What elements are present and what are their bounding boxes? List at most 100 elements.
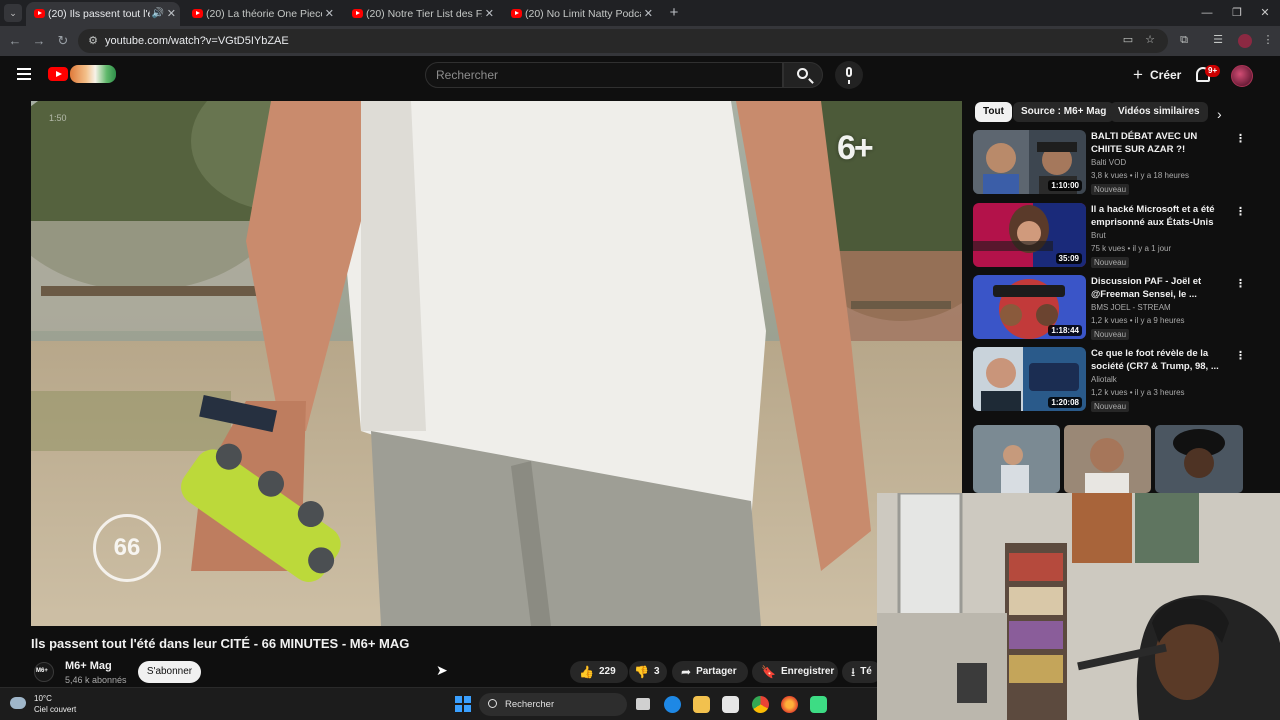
task-view-icon[interactable] xyxy=(636,698,650,710)
create-label: Créer xyxy=(1150,68,1182,82)
profile-avatar[interactable] xyxy=(1238,34,1252,48)
recommendation-item[interactable]: 1:10:00 BALTI DÉBAT AVEC UN CHIITE SUR A… xyxy=(973,130,1246,195)
close-tab-icon[interactable]: ✕ xyxy=(167,2,176,26)
file-explorer-icon[interactable] xyxy=(693,696,710,713)
weather-temperature: 10°C xyxy=(34,694,52,703)
account-avatar[interactable] xyxy=(1231,65,1253,87)
more-options-icon[interactable]: ⋮ xyxy=(1235,277,1246,290)
recommendation-meta: 75 k vues • il y a 1 jour xyxy=(1091,244,1172,253)
recommendation-title[interactable]: Il a hacké Microsoft et a été emprisonné… xyxy=(1091,203,1221,229)
channel-name[interactable]: M6+ Mag xyxy=(65,660,112,672)
download-button[interactable]: ⭳ Té xyxy=(842,661,882,683)
video-player[interactable]: 1:50 6+ 66 xyxy=(31,101,962,626)
youtube-favicon-icon xyxy=(511,9,522,18)
more-options-icon[interactable]: ⋮ xyxy=(1235,349,1246,362)
windows-start-icon[interactable] xyxy=(455,696,471,712)
close-tab-icon[interactable]: ✕ xyxy=(644,2,653,26)
more-options-icon[interactable]: ⋮ xyxy=(1235,205,1246,218)
search-icon xyxy=(797,68,808,79)
video-frame xyxy=(31,101,962,626)
more-options-icon[interactable]: ⋮ xyxy=(1235,132,1246,145)
cloud-weather-icon[interactable] xyxy=(10,697,26,709)
video-title: Ils passent tout l'été dans leur CITÉ - … xyxy=(31,636,410,651)
thumbs-up-icon: 👍 xyxy=(579,665,594,679)
site-info-icon[interactable]: ⚙ xyxy=(86,34,100,48)
search-input[interactable] xyxy=(436,63,766,87)
forward-icon[interactable]: → xyxy=(30,32,48,50)
minimize-icon[interactable]: — xyxy=(1192,2,1222,24)
chip-source[interactable]: Source : M6+ Mag xyxy=(1013,102,1115,122)
browser-menu-icon[interactable]: ⋮ xyxy=(1260,32,1276,48)
create-button[interactable]: + Créer xyxy=(1124,63,1184,87)
bookmark-star-icon[interactable]: ☆ xyxy=(1142,32,1158,48)
chevron-right-icon[interactable]: › xyxy=(1217,106,1222,122)
back-icon[interactable]: ← xyxy=(6,32,24,50)
chip-all[interactable]: Tout xyxy=(975,102,1012,122)
chip-similar[interactable]: Vidéos similaires xyxy=(1110,102,1208,122)
duration-badge: 1:20:08 xyxy=(1048,397,1082,408)
recommendation-title[interactable]: BALTI DÉBAT AVEC UN CHIITE SUR AZAR ?! xyxy=(1091,130,1221,156)
extensions-icon[interactable]: ⧉ xyxy=(1176,32,1192,48)
reload-icon[interactable]: ↻ xyxy=(54,32,72,50)
youtube-favicon-icon xyxy=(34,9,45,18)
share-label: Partager xyxy=(696,666,737,677)
recommendation-channel[interactable]: Aliotalk xyxy=(1091,375,1117,384)
video-thumbnail[interactable]: 1:10:00 xyxy=(973,130,1086,194)
duration-badge: 35:09 xyxy=(1055,253,1082,264)
new-tab-button[interactable]: + xyxy=(664,3,684,23)
firefox-browser-icon[interactable] xyxy=(781,696,798,713)
recommendation-item[interactable]: 35:09 Il a hacké Microsoft et a été empr… xyxy=(973,203,1246,268)
youtube-doodle[interactable] xyxy=(70,65,116,83)
close-tab-icon[interactable]: ✕ xyxy=(325,2,334,26)
browser-tab-3[interactable]: (20) Notre Tier List des FAKE NATTY ✕ xyxy=(344,2,498,26)
recommendation-item[interactable]: 1:20:08 Ce que le foot révèle de la soci… xyxy=(973,347,1246,412)
recommendation-title[interactable]: Ce que le foot révèle de la société (CR7… xyxy=(1091,347,1221,373)
search-bar[interactable] xyxy=(425,62,783,88)
video-thumbnail[interactable]: 1:20:08 xyxy=(973,347,1086,411)
browser-tab-4[interactable]: (20) No Limit Natty Podcast - YouTube ✕ xyxy=(503,2,657,26)
tab-search-icon[interactable]: ☰ xyxy=(1210,32,1226,48)
voice-search-button[interactable] xyxy=(835,61,863,89)
like-count: 229 xyxy=(598,666,616,677)
close-tab-icon[interactable]: ✕ xyxy=(485,2,494,26)
taskbar-search-label: Rechercher xyxy=(505,699,555,710)
save-button[interactable]: 🔖 Enregistrer xyxy=(752,661,838,683)
browser-tab-2[interactable]: (20) La théorie One Piece qui explique t… xyxy=(184,2,338,26)
tab-search-icon[interactable]: ⌄ xyxy=(4,4,22,22)
duration-badge: 1:10:00 xyxy=(1048,180,1082,191)
taskbar-search[interactable]: Rechercher xyxy=(479,693,627,716)
recommendation-channel[interactable]: Brut xyxy=(1091,231,1106,240)
recommendation-channel[interactable]: BMS JOEL - STREAM xyxy=(1091,303,1171,312)
channel-avatar[interactable] xyxy=(34,662,54,682)
like-button[interactable]: 👍 229 xyxy=(570,661,628,683)
download-icon: ⭳ xyxy=(851,665,856,679)
recommendation-channel[interactable]: Balti VOD xyxy=(1091,158,1126,167)
browser-toolbar: ← → ↻ ⚙ youtube.com/watch?v=VGtD5IYbZAE … xyxy=(0,26,1280,56)
speaker-icon[interactable]: 🔊 xyxy=(152,2,164,26)
shorts-thumbnails-row[interactable] xyxy=(973,425,1243,493)
menu-icon[interactable] xyxy=(17,68,31,80)
recommendation-item[interactable]: 1:18:44 Discussion PAF - Joël et @Freema… xyxy=(973,275,1246,340)
address-bar[interactable]: ⚙ youtube.com/watch?v=VGtD5IYbZAE xyxy=(78,29,1168,53)
chrome-browser-icon[interactable] xyxy=(752,696,769,713)
video-thumbnail[interactable]: 35:09 xyxy=(973,203,1086,267)
download-label: Té xyxy=(860,666,872,677)
search-button[interactable] xyxy=(783,62,823,88)
cast-icon[interactable]: ▭ xyxy=(1120,32,1136,48)
store-icon[interactable] xyxy=(722,696,739,713)
bookmark-icon: 🔖 xyxy=(761,665,776,679)
dislike-button[interactable]: 👎 3 xyxy=(629,661,667,683)
subscribe-button[interactable]: S'abonner xyxy=(138,661,201,683)
edge-browser-icon[interactable] xyxy=(664,696,681,713)
close-window-icon[interactable]: ✕ xyxy=(1250,2,1280,24)
recommendation-meta: 1,2 k vues • il y a 9 heures xyxy=(1091,316,1185,325)
youtube-logo[interactable] xyxy=(48,67,68,81)
maximize-icon[interactable]: ❐ xyxy=(1222,2,1252,24)
tab-title: (20) Ils passent tout l'été dans leur CI… xyxy=(48,8,150,20)
browser-tab-1[interactable]: (20) Ils passent tout l'été dans leur CI… xyxy=(26,2,180,26)
app-icon[interactable] xyxy=(810,696,827,713)
youtube-favicon-icon xyxy=(352,9,363,18)
video-thumbnail[interactable]: 1:18:44 xyxy=(973,275,1086,339)
share-button[interactable]: ➦ Partager xyxy=(672,661,748,683)
recommendation-title[interactable]: Discussion PAF - Joël et @Freeman Sensei… xyxy=(1091,275,1221,301)
